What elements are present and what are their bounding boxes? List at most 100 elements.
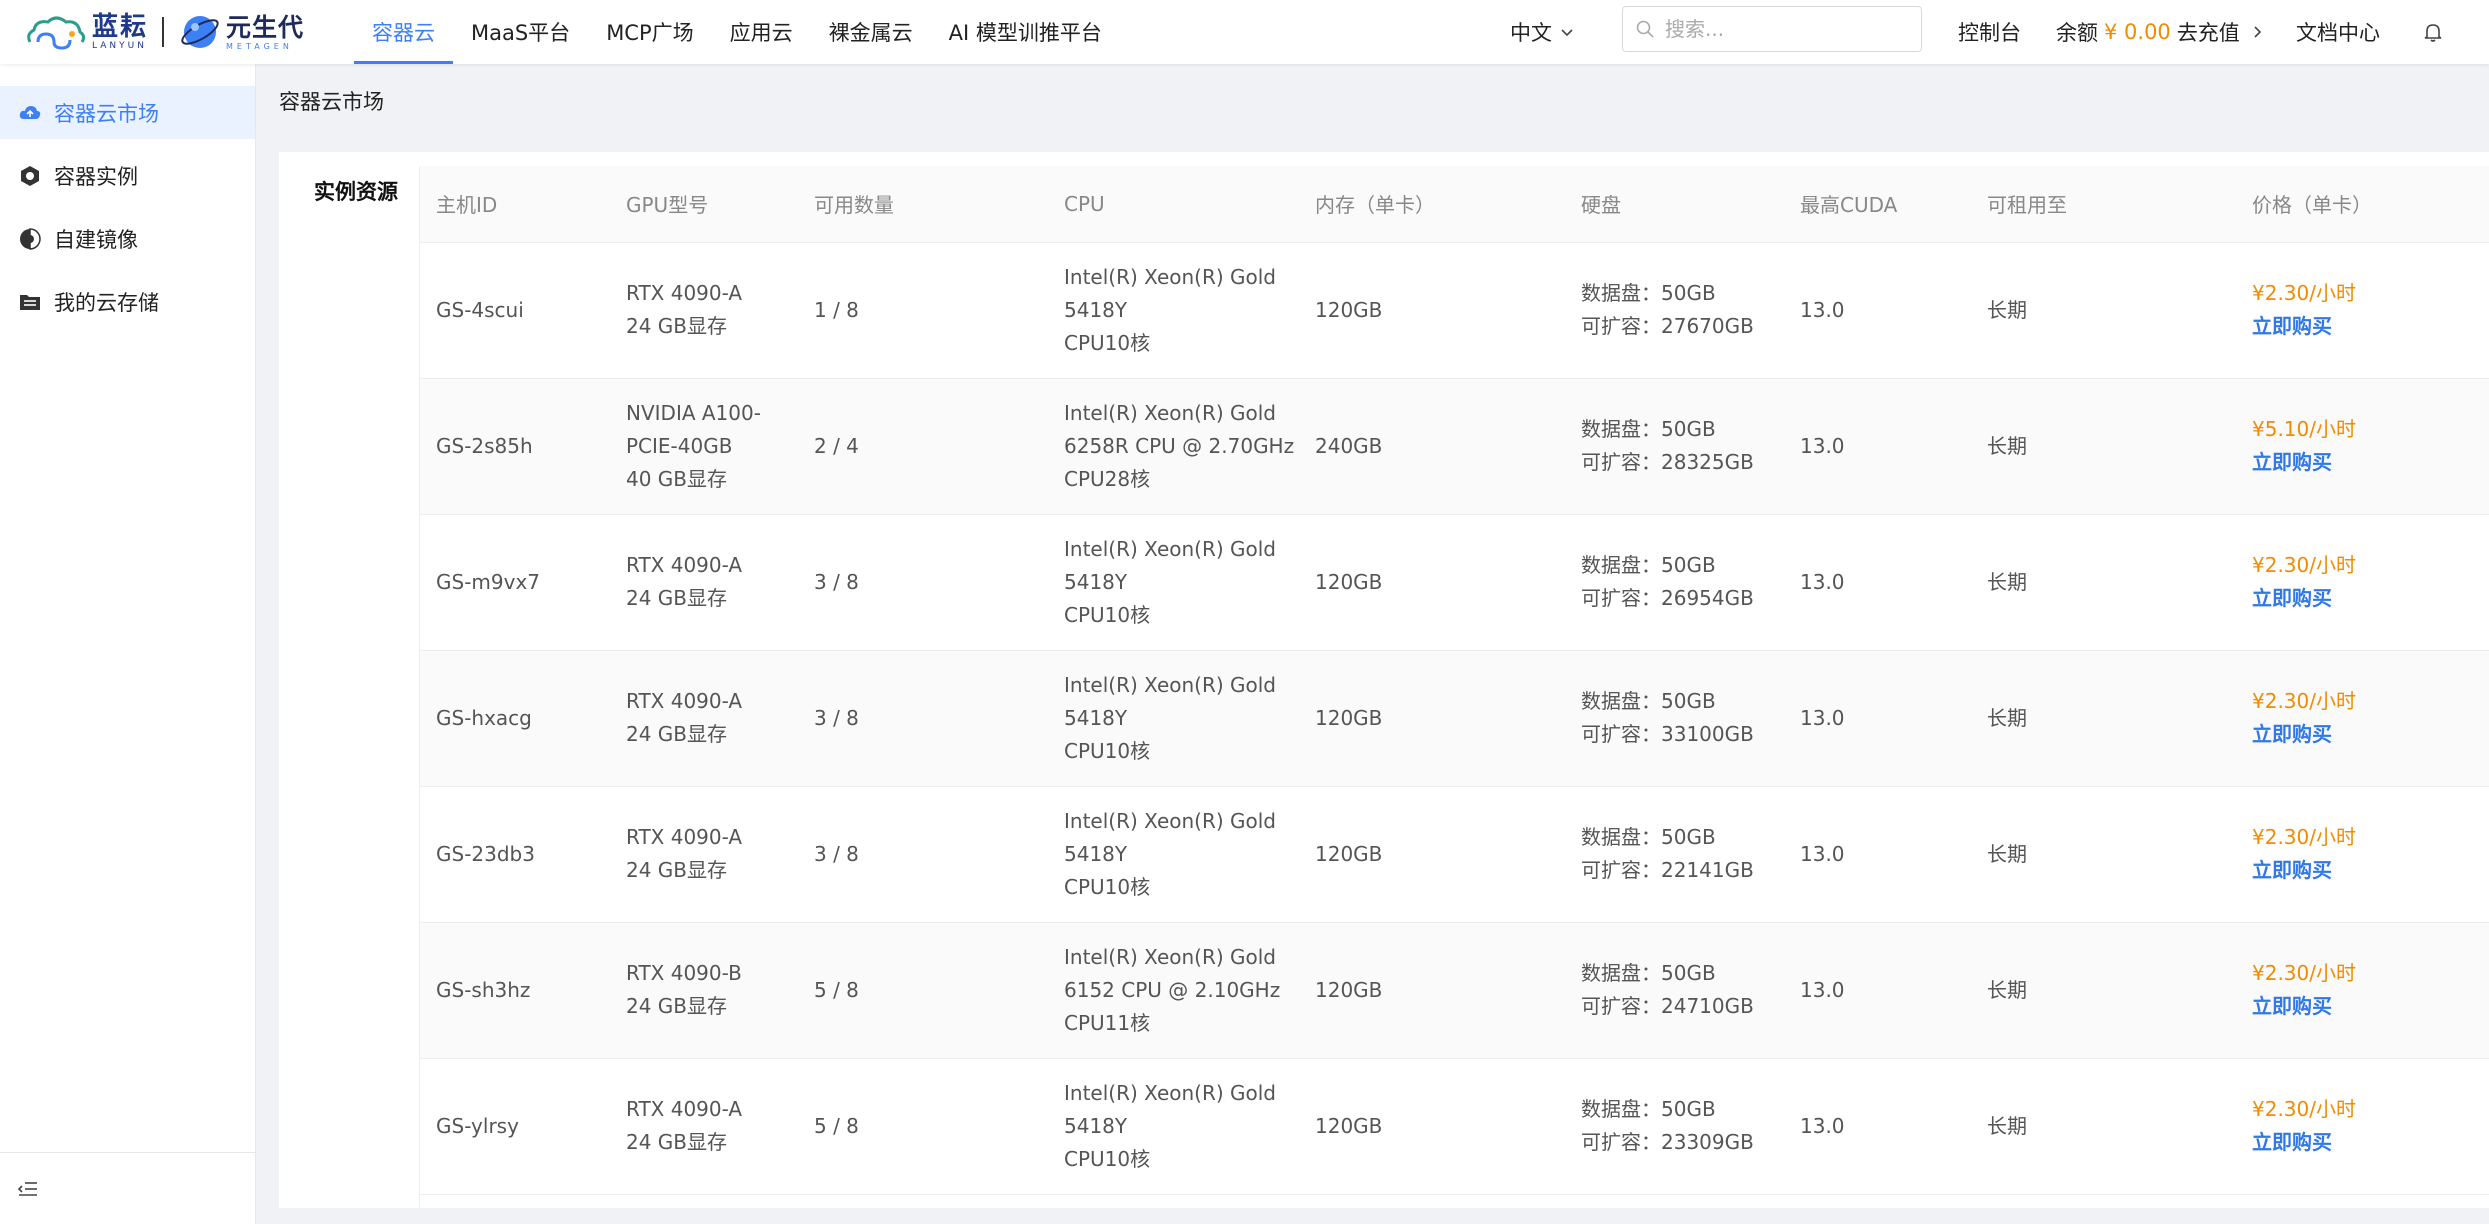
nav-maas[interactable]: MaaS平台 xyxy=(453,0,588,64)
cell-memory: 240GB xyxy=(1299,378,1565,515)
cell-gpu: RTX 4090-A 24 GB显存 xyxy=(610,514,798,651)
cell-cpu: Intel(R) Xeon(R) Gold 6152 CPU @ 2.10GHz C… xyxy=(1048,922,1299,1059)
cell-disk: 数据盘：50GB 可扩容：24710GB xyxy=(1565,922,1784,1059)
balance-area[interactable]: 余额 ¥ 0.00 去充值 xyxy=(2056,0,2264,64)
nav-ai-platform[interactable]: AI 模型训推平台 xyxy=(931,0,1120,64)
cell-cpu: Intel(R) Xeon(R) Gold 5418Y CPU10核 xyxy=(1048,514,1299,651)
cell-gpu-line: 24 GB显存 xyxy=(626,314,728,338)
cell-cpu-line: Intel(R) Xeon(R) Gold xyxy=(1064,536,1277,561)
cell-rent-until: 长期 xyxy=(1971,1058,2236,1195)
sidebar-item-label: 自建镜像 xyxy=(54,227,138,252)
hexagon-icon xyxy=(18,164,42,188)
cell-cpu-line: CPU10核 xyxy=(1064,330,1151,355)
cell-disk: 数据盘：50GB 可扩容：23309GB xyxy=(1565,1058,1784,1195)
chevron-down-icon xyxy=(1561,29,1573,37)
table-row: GS-m9vx7 RTX 4090-A 24 GB显存 3 / 8 Intel(R) X… xyxy=(420,514,2489,651)
nav-container-cloud[interactable]: 容器云 xyxy=(354,0,453,64)
search-box[interactable] xyxy=(1622,6,1922,52)
cell-disk: 数据盘：50GB 可扩容：26954GB xyxy=(1565,514,1784,651)
cell-qty: 3 / 8 xyxy=(798,786,1048,923)
image-icon xyxy=(18,227,42,251)
cell-gpu-line: RTX 4090-B xyxy=(626,961,742,985)
cell-cpu-line: Intel(R) Xeon(R) Gold xyxy=(1064,264,1277,289)
cell-price: ¥2.30/小时 立即购买 xyxy=(2236,1058,2489,1195)
cell-cpu: Intel(R) Xeon(R) Gold 5418Y CPU10核 xyxy=(1048,786,1299,923)
cell-host-id: GS-hxacg xyxy=(420,650,610,787)
cell-host-id: GS-ylrsy xyxy=(420,1058,610,1195)
price-text: ¥2.30/小时 xyxy=(2252,553,2356,577)
cell-price: ¥2.30/小时 立即购买 xyxy=(2236,242,2489,379)
header-right: 中文 控制台 余额 ¥ 0.00 去充值 文档中心 xyxy=(1510,0,2442,64)
cell-cpu-line: Intel(R) Xeon(R) Gold xyxy=(1064,808,1277,833)
cell-gpu-line: NVIDIA A100- xyxy=(626,400,761,425)
logo[interactable]: 蓝耘 LANYUN 元生代 METAGEN xyxy=(0,0,340,64)
sidebar-item-label: 我的云存储 xyxy=(54,290,159,315)
cell-cpu-line: CPU11核 xyxy=(1064,1010,1151,1035)
cell-disk-line: 可扩容：23309GB xyxy=(1581,1130,1754,1154)
cell-host-id: GS-sh3hz xyxy=(420,922,610,1059)
cell-cuda: 13.0 xyxy=(1784,378,1971,515)
price-text: ¥2.30/小时 xyxy=(2252,825,2356,849)
search-input[interactable] xyxy=(1665,17,1905,41)
cell-disk-line: 可扩容：26954GB xyxy=(1581,586,1754,610)
price-text: ¥2.30/小时 xyxy=(2252,961,2356,985)
sidebar-item-cloud-storage[interactable]: 我的云存储 xyxy=(0,275,255,328)
cell-cpu-line: 5418Y xyxy=(1064,297,1128,322)
cell-gpu-line: 24 GB显存 xyxy=(626,586,728,610)
globe-icon xyxy=(181,16,219,48)
docs-link[interactable]: 文档中心 xyxy=(2296,0,2380,64)
sidebar-collapse-button[interactable] xyxy=(0,1152,255,1224)
sidebar-item-container-market[interactable]: 容器云市场 xyxy=(0,86,255,139)
sidebar-item-label: 容器云市场 xyxy=(54,101,159,126)
buy-now-link[interactable]: 立即购买 xyxy=(2252,582,2489,615)
price-text: ¥5.10/小时 xyxy=(2252,417,2356,441)
nav-bare-metal[interactable]: 裸金属云 xyxy=(811,0,931,64)
cell-cuda: 13.0 xyxy=(1784,242,1971,379)
language-select[interactable]: 中文 xyxy=(1510,17,1574,47)
notification-button[interactable] xyxy=(2422,0,2444,64)
language-label: 中文 xyxy=(1510,21,1552,45)
buy-now-link[interactable]: 立即购买 xyxy=(2252,310,2489,343)
cell-disk-line: 数据盘：50GB xyxy=(1581,689,1716,713)
cell-disk: 数据盘：50GB 可扩容：22141GB xyxy=(1565,786,1784,923)
cell-gpu: NVIDIA A100- PCIE-40GB 40 GB显存 xyxy=(610,378,798,515)
cell-rent-until: 长期 xyxy=(1971,650,2236,787)
cell-cuda: 13.0 xyxy=(1784,922,1971,1059)
cell-qty: 1 / 8 xyxy=(798,242,1048,379)
section-label: 实例资源 xyxy=(314,180,398,204)
nav-app-cloud[interactable]: 应用云 xyxy=(712,0,811,64)
cell-cpu-line: CPU10核 xyxy=(1064,1146,1151,1171)
table-row: GS-hxacg RTX 4090-A 24 GB显存 3 / 8 Intel(R) X… xyxy=(420,650,2489,787)
balance-amount: ¥ 0.00 xyxy=(2104,20,2171,44)
sidebar-item-custom-images[interactable]: 自建镜像 xyxy=(0,212,255,265)
cell-host-id: GS-4scui xyxy=(420,242,610,379)
buy-now-link[interactable]: 立即购买 xyxy=(2252,718,2489,751)
bell-icon xyxy=(2424,24,2442,42)
cell-gpu: RTX 4090-A 24 GB显存 xyxy=(610,242,798,379)
cell-price: ¥2.30/小时立即购买 xyxy=(2236,514,2489,651)
cell-memory: 120GB xyxy=(1299,786,1565,923)
sidebar-item-container-instances[interactable]: 容器实例 xyxy=(0,149,255,202)
cell-gpu-line: 24 GB显存 xyxy=(626,994,728,1018)
buy-now-link[interactable]: 立即购买 xyxy=(2252,446,2489,479)
cell-price: ¥2.30/小时 立即购买 xyxy=(2236,650,2489,787)
buy-now-link[interactable]: 立即购买 xyxy=(2252,1126,2489,1159)
buy-now-link[interactable]: 立即购买 xyxy=(2252,854,2489,887)
table-row: GS-ylrsy RTX 4090-A 24 GB显存 5 / 8 Intel(R) X… xyxy=(420,1058,2489,1195)
recharge-link[interactable]: 去充值 xyxy=(2177,17,2240,47)
logo-divider xyxy=(162,17,165,47)
cell-disk-line: 数据盘：50GB xyxy=(1581,417,1716,441)
main-nav: 容器云 MaaS平台 MCP广场 应用云 裸金属云 AI 模型训推平台 xyxy=(354,0,1120,64)
table-header-row: 主机ID GPU型号 可用数量 CPU 内存（单卡） 硬盘 最高CUDA 可租用… xyxy=(420,166,2489,243)
cell-disk-line: 数据盘：50GB xyxy=(1581,281,1716,305)
buy-now-link[interactable]: 立即购买 xyxy=(2252,990,2489,1023)
console-link[interactable]: 控制台 xyxy=(1958,0,2021,64)
nav-mcp[interactable]: MCP广场 xyxy=(588,0,711,64)
cloud-icon xyxy=(18,101,42,125)
cell-qty: 3 / 8 xyxy=(798,514,1048,651)
lanyun-logo-text: 蓝耘 xyxy=(92,12,149,42)
cell-cpu-line: 5418Y xyxy=(1064,1113,1128,1138)
cell-gpu-line: RTX 4090-A xyxy=(626,689,743,713)
collapse-menu-icon xyxy=(17,1181,37,1196)
col-rent-until: 可租用至 xyxy=(1971,166,2236,243)
